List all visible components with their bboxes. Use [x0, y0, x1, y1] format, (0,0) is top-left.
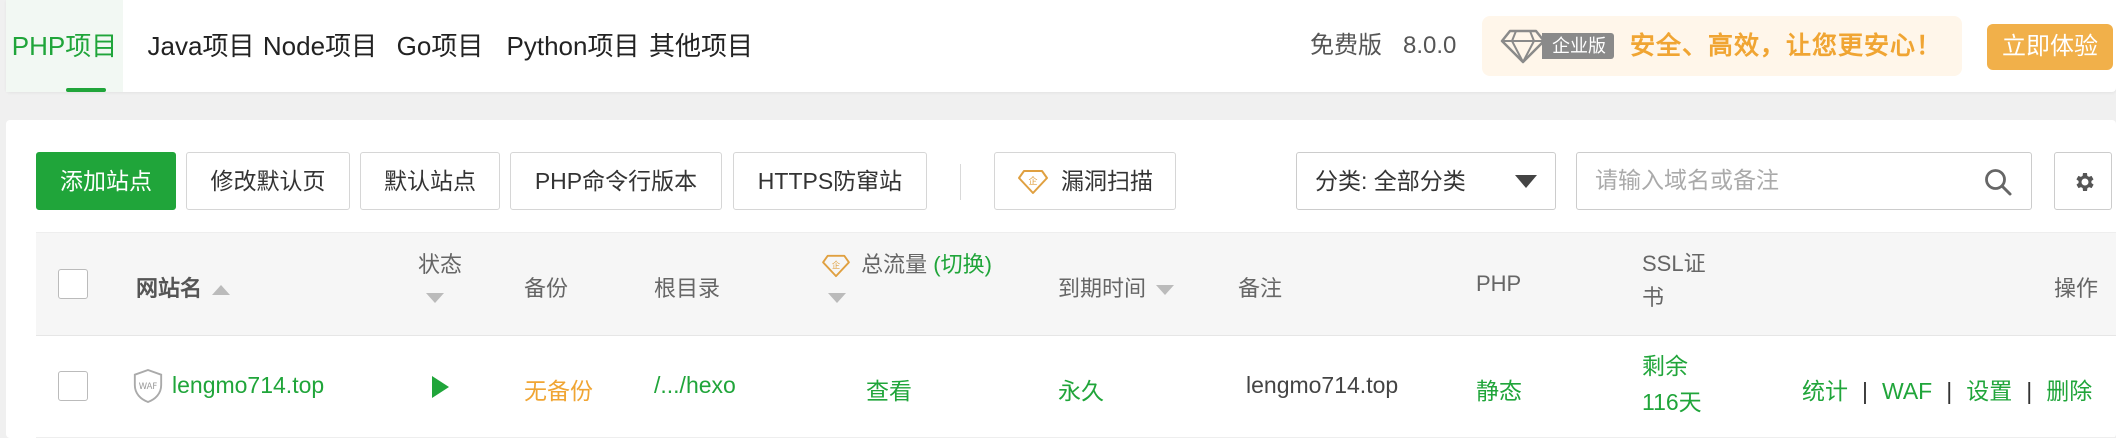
header-status[interactable]: 状态	[418, 247, 462, 279]
header-traffic[interactable]: 企 总流量 (切换)	[821, 247, 992, 279]
header-php: PHP	[1476, 271, 1522, 296]
action-settings[interactable]: 设置	[1966, 378, 2012, 404]
action-delete[interactable]: 删除	[2046, 378, 2092, 404]
toolbar-divider	[960, 164, 961, 200]
traffic-view-link[interactable]: 查看	[866, 372, 912, 406]
chevron-down-icon	[1515, 175, 1537, 188]
settings-button[interactable]	[2054, 152, 2112, 210]
header-traffic-label: 总流量	[861, 252, 928, 277]
default-site-button[interactable]: 默认站点	[360, 152, 500, 210]
running-status-icon[interactable]	[432, 376, 449, 398]
waf-badge-text: WAF	[139, 381, 158, 391]
header-expire-label: 到期时间	[1058, 276, 1147, 301]
header-ssl-line1: SSL证	[1642, 251, 1706, 276]
site-list-panel: 添加站点 修改默认页 默认站点 PHP命令行版本 HTTPS防窜站 企 漏洞扫描…	[6, 120, 2116, 438]
category-select-value: 分类: 全部分类	[1315, 168, 1466, 194]
header-expire[interactable]: 到期时间	[1058, 271, 1175, 303]
backup-link[interactable]: 无备份	[524, 372, 593, 406]
vuln-scan-button[interactable]: 企 漏洞扫描	[994, 152, 1176, 210]
traffic-sort-icon[interactable]	[828, 293, 846, 303]
modify-default-page-button[interactable]: 修改默认页	[186, 152, 350, 210]
tab-other[interactable]: 其他项目	[626, 0, 776, 92]
header-root-dir: 根目录	[654, 276, 721, 301]
category-select[interactable]: 分类: 全部分类	[1296, 152, 1556, 210]
header-ssl: SSL证 书	[1642, 247, 1706, 315]
header-site-name-label: 网站名	[136, 276, 203, 301]
enterprise-badge: 企业版	[1542, 33, 1614, 59]
diamond-icon	[1500, 29, 1546, 64]
tab-php[interactable]: PHP项目	[6, 0, 123, 92]
ssl-remaining-link[interactable]: 剩余 116天	[1642, 348, 1702, 420]
table-header: 网站名 状态 备份 根目录 企 总流量 (切换) 到期时间 备注 PHP SSL…	[36, 232, 2116, 336]
row-checkbox[interactable]	[58, 371, 88, 401]
try-now-button[interactable]: 立即体验	[1987, 24, 2113, 70]
root-dir-link[interactable]: /.../hexo	[654, 372, 736, 399]
promo-slogan: 安全、高效，让您更安心！	[1630, 32, 1943, 60]
gear-icon	[2076, 173, 2094, 191]
php-version-link[interactable]: 静态	[1476, 372, 1522, 406]
php-cli-version-button[interactable]: PHP命令行版本	[510, 152, 722, 210]
status-sort-icon[interactable]	[426, 293, 444, 303]
row-actions: 统计 | WAF | 设置 | 删除	[1802, 378, 2093, 404]
ssl-remaining-line1: 剩余	[1642, 353, 1688, 379]
header-remark: 备注	[1238, 276, 1283, 301]
ssl-remaining-line2: 116天	[1642, 389, 1702, 415]
expire-link[interactable]: 永久	[1058, 372, 1104, 406]
enterprise-diamond-icon: 企	[1018, 170, 1048, 194]
sort-asc-icon[interactable]	[212, 285, 231, 296]
https-anti-cross-button[interactable]: HTTPS防窜站	[733, 152, 927, 210]
edition-label: 免费版	[1310, 32, 1382, 59]
table-row: WAF lengmo714.top 无备份 /.../hexo 查看 永久 le…	[36, 336, 2116, 438]
add-site-button[interactable]: 添加站点	[36, 152, 176, 210]
header-ssl-line2: 书	[1642, 285, 1665, 310]
select-all-checkbox[interactable]	[58, 269, 88, 299]
waf-shield-icon: WAF	[133, 369, 163, 404]
header-backup: 备份	[524, 276, 569, 301]
site-name-link[interactable]: lengmo714.top	[172, 372, 324, 399]
vuln-scan-label: 漏洞扫描	[1061, 168, 1153, 194]
search-icon[interactable]	[1983, 167, 2013, 197]
traffic-switch-link[interactable]: (切换)	[933, 252, 992, 277]
action-waf[interactable]: WAF	[1882, 378, 1932, 404]
enterprise-diamond-icon: 企	[822, 255, 850, 278]
project-type-tabbar: PHP项目 Java项目 Node项目 Go项目 Python项目 其他项目 免…	[6, 0, 2116, 92]
svg-text:企: 企	[832, 260, 841, 270]
remark-text[interactable]: lengmo714.top	[1246, 372, 1398, 399]
version-number: 8.0.0	[1403, 32, 1457, 59]
svg-text:企: 企	[1028, 175, 1037, 187]
search-box	[1576, 152, 2032, 210]
expire-sort-icon[interactable]	[1156, 285, 1175, 296]
action-stats[interactable]: 统计	[1802, 378, 1848, 404]
search-input[interactable]	[1595, 153, 1975, 207]
enterprise-promo-banner[interactable]: 企业版 安全、高效，让您更安心！	[1482, 16, 1962, 76]
header-actions: 操作	[2054, 276, 2099, 301]
header-site-name[interactable]: 网站名	[136, 271, 231, 303]
